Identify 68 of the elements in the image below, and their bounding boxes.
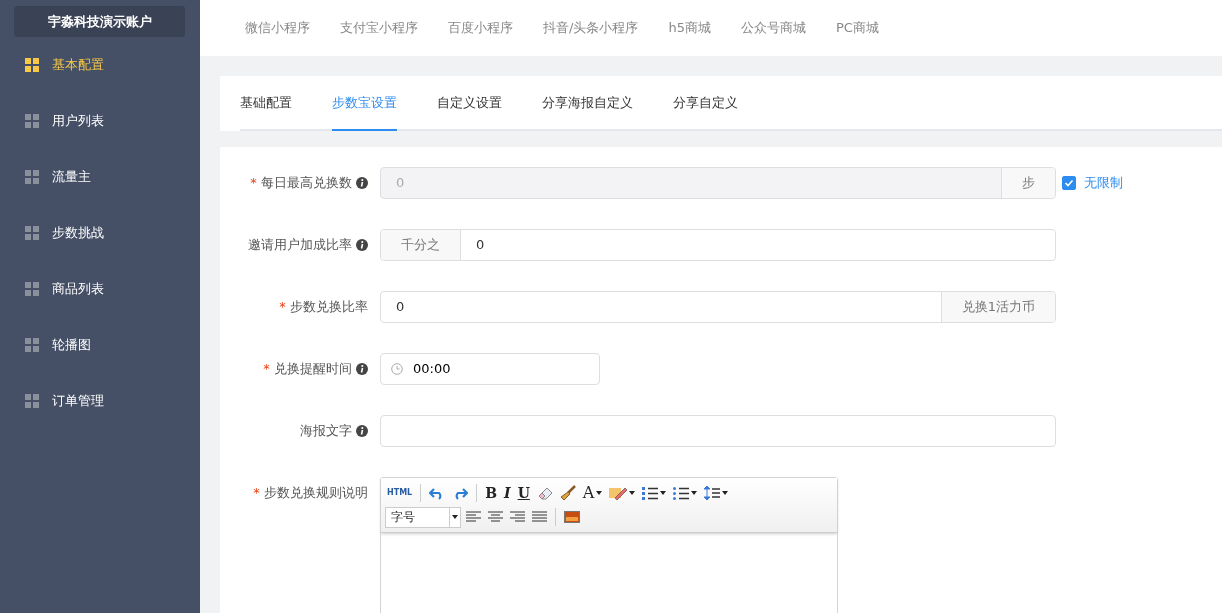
field-label: * 步数兑换比率 <box>279 298 368 317</box>
sidebar-item[interactable]: 轮播图 <box>0 317 200 373</box>
field-label: 海报文字 <box>300 422 352 441</box>
time-picker-field[interactable]: 00:00 <box>380 353 600 385</box>
field-label: 邀请用户加成比率 <box>248 236 352 255</box>
image-icon <box>564 511 580 523</box>
sidebar-item[interactable]: 基本配置 <box>0 37 200 93</box>
platform-tab[interactable]: 公众号商城 <box>740 18 806 38</box>
rich-text-editor[interactable]: HTML B I U A 字号 <box>380 477 838 613</box>
sidebar-item-label: 订单管理 <box>52 392 104 411</box>
clock-icon <box>391 363 403 375</box>
sidebar-item-label: 流量主 <box>52 168 91 187</box>
highlight-icon <box>609 486 628 500</box>
font-color-button[interactable]: A <box>580 483 605 503</box>
checkmark-icon <box>1063 177 1075 189</box>
grid-icon <box>25 226 39 240</box>
grid-icon <box>25 58 39 72</box>
settings-tab[interactable]: 分享自定义 <box>673 76 738 131</box>
grid-icon <box>25 170 39 184</box>
field-label: * 兑换提醒时间 <box>263 360 352 379</box>
align-justify-icon <box>532 511 547 523</box>
sidebar-item[interactable]: 步数挑战 <box>0 205 200 261</box>
underline-button[interactable]: U <box>515 483 532 503</box>
sidebar-item[interactable]: 流量主 <box>0 149 200 205</box>
account-name: 宇淼科技演示账户 <box>14 6 185 37</box>
platform-tab[interactable]: 抖音/头条小程序 <box>543 18 639 38</box>
align-right-icon <box>510 511 525 523</box>
font-size-select[interactable]: 字号 <box>385 506 461 528</box>
align-left-icon <box>466 511 481 523</box>
sidebar-item[interactable]: 用户列表 <box>0 93 200 149</box>
number-input[interactable]: 0 <box>461 230 1055 260</box>
sidebar-item[interactable]: 商品列表 <box>0 261 200 317</box>
numbered-list-icon <box>642 486 659 500</box>
sidebar-item-label: 轮播图 <box>52 336 91 355</box>
settings-tab[interactable]: 步数宝设置 <box>332 76 397 131</box>
italic-button[interactable]: I <box>502 483 513 503</box>
field-label: * 每日最高兑换数 <box>250 174 352 193</box>
bold-button[interactable]: B <box>483 483 500 503</box>
settings-tab[interactable]: 基础配置 <box>240 76 292 131</box>
platform-tab[interactable]: h5商城 <box>668 18 711 38</box>
grid-icon <box>25 282 39 296</box>
input-addon: 兑换1活力币 <box>940 292 1055 322</box>
platform-tab[interactable]: 支付宝小程序 <box>340 18 418 38</box>
sidebar-item-label: 用户列表 <box>52 112 104 131</box>
input-addon: 千分之 <box>381 230 461 260</box>
html-source-button[interactable]: HTML <box>385 483 415 503</box>
number-input[interactable]: 0 <box>381 292 941 322</box>
grid-icon <box>25 114 39 128</box>
settings-tab[interactable]: 自定义设置 <box>437 76 502 131</box>
sidebar-item-label: 基本配置 <box>52 56 104 75</box>
sidebar-item-label: 商品列表 <box>52 280 104 299</box>
line-height-icon <box>704 485 721 501</box>
input-addon: 步 <box>1001 168 1055 198</box>
settings-tab[interactable]: 分享海报自定义 <box>542 76 633 131</box>
text-input-field[interactable] <box>380 415 1056 447</box>
sidebar-item[interactable]: 订单管理 <box>0 373 200 429</box>
platform-tab[interactable]: 微信小程序 <box>245 18 310 38</box>
platform-tab[interactable]: 百度小程序 <box>448 18 513 38</box>
platform-tab[interactable]: PC商城 <box>835 18 879 38</box>
brush-icon <box>559 485 576 501</box>
bullet-list-icon <box>673 486 690 500</box>
align-center-icon <box>488 511 503 523</box>
input-group-field[interactable]: 千分之 0 <box>380 229 1056 261</box>
sidebar-item-label: 步数挑战 <box>52 224 104 243</box>
grid-icon <box>25 394 39 408</box>
grid-icon <box>25 338 39 352</box>
field-label: * 步数兑换规则说明 <box>253 484 368 502</box>
input-group-field[interactable]: 0 兑换1活力币 <box>380 291 1056 323</box>
